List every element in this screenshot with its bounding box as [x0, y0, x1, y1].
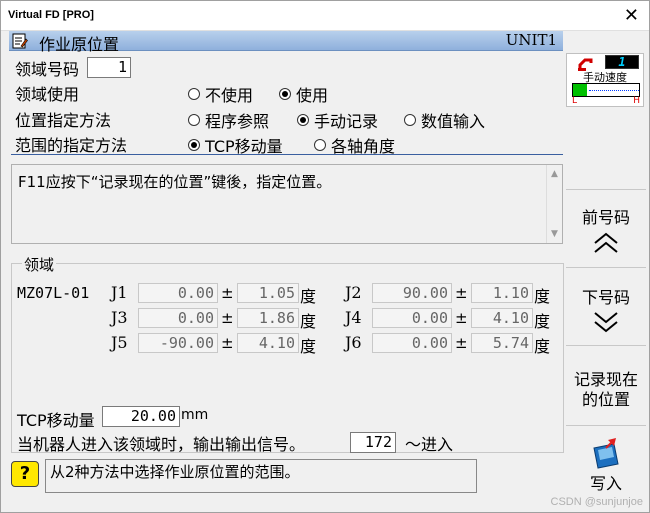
close-icon[interactable]: ✕: [624, 5, 639, 26]
tcp-unit: mm: [181, 407, 209, 423]
write-label: 写入: [589, 474, 622, 493]
j4-tolerance-field[interactable]: 4.10: [471, 308, 533, 328]
unit-label: UNIT1: [505, 31, 557, 49]
tcp-move-input[interactable]: 20.00: [102, 406, 180, 427]
write-to-disk-icon: [593, 438, 619, 469]
degree-unit: 度: [534, 287, 551, 306]
area-number-input[interactable]: 1: [87, 57, 131, 78]
message-box: F11应按下“记录现在的位置”键後，指定位置。 ▲ ▼: [11, 164, 563, 244]
position-method-label: 位置指定方法: [15, 111, 112, 130]
degree-unit: 度: [300, 287, 317, 306]
radio-program-ref[interactable]: 程序参照: [188, 108, 269, 132]
radio-circle: [188, 139, 200, 151]
radio-circle: [404, 114, 416, 126]
record-position-label-2: 的位置: [581, 390, 630, 409]
plus-minus: ±: [455, 309, 468, 327]
speed-low-label: L: [572, 96, 578, 106]
radio-circle: [279, 88, 291, 100]
help-text: 从2种方法中选择作业原位置的范围。: [45, 459, 477, 493]
joint-label-j4: J4: [345, 308, 362, 327]
plus-minus: ±: [455, 284, 468, 302]
j3-tolerance-field[interactable]: 1.86: [237, 308, 299, 328]
j3-value-field[interactable]: 0.00: [138, 308, 218, 328]
radio-circle: [314, 139, 326, 151]
scroll-up-icon[interactable]: ▲: [551, 169, 558, 179]
radio-circle: [297, 114, 309, 126]
chevron-double-up-icon: [594, 232, 618, 253]
j2-tolerance-field[interactable]: 1.10: [471, 283, 533, 303]
screen-header: 作业原位置 UNIT1: [9, 31, 563, 54]
joint-label-j3: J3: [111, 308, 128, 327]
prev-number-label: 前号码: [581, 208, 630, 227]
j1-tolerance-field[interactable]: 1.05: [237, 283, 299, 303]
j5-tolerance-field[interactable]: 4.10: [237, 333, 299, 353]
scroll-down-icon[interactable]: ▼: [551, 229, 558, 239]
j1-value-field[interactable]: 0.00: [138, 283, 218, 303]
record-current-position-button[interactable]: 记录现在 的位置: [566, 345, 646, 425]
joint-label-j2: J2: [345, 283, 362, 302]
j2-value-field[interactable]: 90.00: [372, 283, 452, 303]
plus-minus: ±: [221, 334, 234, 352]
next-number-label: 下号码: [581, 288, 630, 307]
signal-suffix: ～进入: [405, 435, 454, 454]
radio-label: 使用: [296, 86, 329, 105]
plus-minus: ±: [455, 334, 468, 352]
next-number-button[interactable]: 下号码: [566, 267, 646, 345]
joint-label-j5: J5: [111, 333, 128, 352]
manual-speed-panel: 1 手动速度 L H: [566, 53, 644, 107]
degree-unit: 度: [534, 337, 551, 356]
write-button[interactable]: 写入: [566, 425, 646, 507]
speed-bar-track: [589, 90, 639, 91]
plus-minus: ±: [221, 284, 234, 302]
speed-bar-fill: [573, 84, 587, 96]
radio-numeric-input[interactable]: 数值输入: [404, 108, 485, 132]
tcp-move-label: TCP移动量: [17, 411, 95, 430]
signal-text: 当机器人进入该领域时，输出输出信号。: [17, 435, 306, 454]
document-edit-icon: [12, 33, 28, 49]
message-text: F11应按下“记录现在的位置”键後，指定位置。: [18, 173, 332, 191]
radio-circle: [188, 88, 200, 100]
radio-manual-record[interactable]: 手动记录: [297, 108, 378, 132]
radio-label: 程序参照: [205, 112, 270, 131]
watermark: CSDN @sunjunjoe: [550, 496, 644, 508]
robot-model: MZ07L-01: [17, 284, 90, 302]
range-method-label: 范围的指定方法: [15, 136, 128, 155]
speed-high-label: H: [633, 96, 640, 106]
title-bar: Virtual FD [PRO] ✕: [1, 1, 649, 31]
main-window: Virtual FD [PRO] ✕ 作业原位置 UNIT1 领域号码 1 领域…: [0, 0, 650, 513]
page-title: 作业原位置: [39, 35, 120, 54]
degree-unit: 度: [300, 337, 317, 356]
radio-use[interactable]: 使用: [279, 82, 328, 106]
joint-label-j1: J1: [111, 283, 128, 302]
message-scrollbar[interactable]: ▲ ▼: [546, 165, 562, 243]
prev-number-button[interactable]: 前号码: [566, 189, 646, 267]
speed-value: 1: [605, 55, 639, 69]
signal-number-input[interactable]: 172: [350, 432, 396, 453]
j4-value-field[interactable]: 0.00: [372, 308, 452, 328]
degree-unit: 度: [300, 312, 317, 331]
speed-bar[interactable]: [572, 83, 640, 97]
degree-unit: 度: [534, 312, 551, 331]
radio-label: 数值输入: [421, 112, 486, 131]
record-position-label-1: 记录现在: [573, 370, 638, 389]
plus-minus: ±: [221, 309, 234, 327]
help-icon[interactable]: ?: [11, 461, 39, 487]
radio-label: 不使用: [205, 86, 254, 105]
separator: [11, 154, 563, 155]
j5-value-field[interactable]: -90.00: [138, 333, 218, 353]
window-title: Virtual FD [PRO]: [8, 9, 94, 21]
joint-label-j6: J6: [345, 333, 362, 352]
area-group-label: 领域: [22, 254, 57, 275]
chevron-double-down-icon: [594, 312, 618, 333]
j6-tolerance-field[interactable]: 5.74: [471, 333, 533, 353]
radio-not-use[interactable]: 不使用: [188, 82, 253, 106]
area-number-label: 领域号码: [15, 60, 80, 79]
radio-circle: [188, 114, 200, 126]
radio-label: 手动记录: [314, 112, 379, 131]
help-bar: ? 从2种方法中选择作业原位置的范围。: [11, 459, 479, 493]
area-use-label: 领域使用: [15, 85, 80, 104]
j6-value-field[interactable]: 0.00: [372, 333, 452, 353]
